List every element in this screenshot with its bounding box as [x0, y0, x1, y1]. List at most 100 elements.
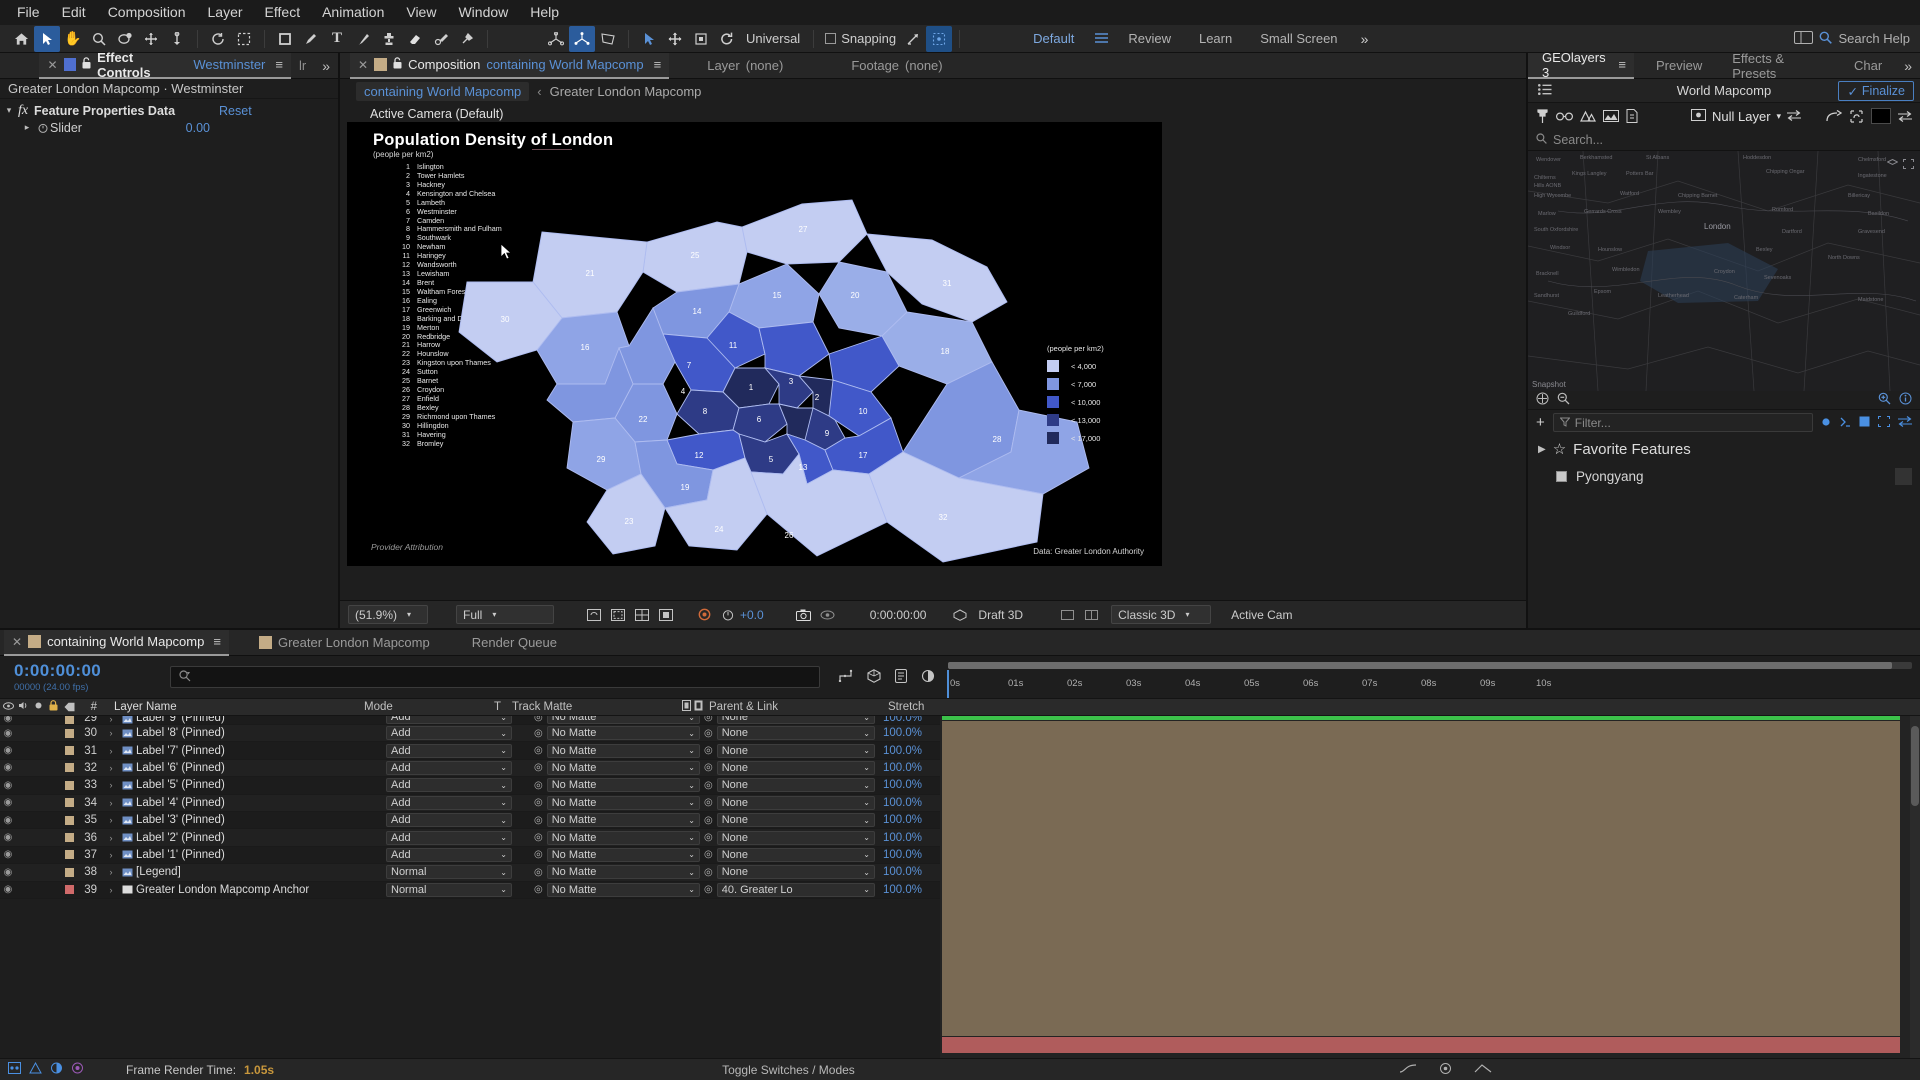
table-row[interactable]: ◉ 39 › Greater London Mapcomp Anchor Nor…	[0, 882, 940, 899]
layer-stretch[interactable]: 100.0%	[879, 779, 939, 791]
layout-icon[interactable]	[1794, 31, 1813, 47]
property-row-slider[interactable]: ▸ Slider 0.00	[0, 119, 338, 136]
layer-mode-select[interactable]: Add⌄	[386, 716, 512, 724]
twirl-right-icon[interactable]: ›	[104, 850, 118, 860]
layer-label-swatch[interactable]	[65, 833, 74, 842]
zoom-level-select[interactable]: (51.9%) ▾	[348, 605, 428, 624]
effect-controls-overflow-icon[interactable]: »	[314, 53, 338, 79]
filter-input[interactable]: Filter...	[1553, 413, 1813, 432]
track-matte-select[interactable]: No Matte⌄	[547, 744, 700, 758]
panel-menu-hamburger-icon[interactable]: ≡	[654, 57, 662, 72]
layer-name[interactable]: Greater London Mapcomp Anchor	[136, 884, 386, 896]
renderer-fast-preview-icon[interactable]	[1055, 605, 1079, 625]
parent-pickwhip-icon[interactable]: ◎	[704, 762, 713, 773]
breadcrumb-parent[interactable]: Greater London Mapcomp	[550, 84, 702, 99]
column-mode[interactable]: Mode	[364, 701, 494, 713]
parent-pickwhip-icon[interactable]: ◎	[704, 745, 713, 756]
link-icon[interactable]	[1898, 415, 1912, 430]
parent-select[interactable]: None⌄	[717, 796, 875, 810]
layer-mode-select[interactable]: Normal⌄	[386, 865, 512, 879]
workspace-learn[interactable]: Learn	[1185, 31, 1246, 46]
menu-file[interactable]: File	[6, 0, 51, 25]
transform-selection-icon[interactable]	[636, 26, 662, 52]
lock-icon[interactable]	[82, 57, 91, 72]
region-of-interest-icon[interactable]	[231, 26, 257, 52]
lock-icon[interactable]	[393, 57, 402, 72]
snapping-toggle[interactable]: Snapping	[821, 31, 900, 46]
property-value[interactable]: 0.00	[186, 121, 210, 135]
parent-select[interactable]: None⌄	[717, 716, 875, 724]
geolayers-search[interactable]: Search...	[1528, 129, 1920, 151]
feature-row-pyongyang[interactable]: Pyongyang	[1528, 463, 1920, 489]
feature-color-swatch[interactable]	[1895, 468, 1912, 485]
color-swatch[interactable]	[1871, 108, 1891, 124]
layer-name[interactable]: Label '2' (Pinned)	[136, 832, 386, 844]
twirl-right-icon[interactable]: ▶	[1538, 444, 1546, 455]
time-playhead[interactable]	[947, 670, 949, 698]
twirl-right-icon[interactable]: ›	[104, 763, 118, 773]
eraser-tool-icon[interactable]	[402, 26, 428, 52]
twirl-right-icon[interactable]: ›	[104, 716, 118, 724]
column-stretch[interactable]: Stretch	[884, 701, 944, 713]
workspace-review[interactable]: Review	[1114, 31, 1185, 46]
layer-label-swatch[interactable]	[65, 885, 74, 894]
matte-toggle-icon[interactable]: ◎	[534, 867, 543, 878]
layer-mode-select[interactable]: Add⌄	[386, 848, 512, 862]
table-row[interactable]: ◉ 36 › Label '2' (Pinned) Add⌄ ◎No Matte…	[0, 829, 940, 846]
track-matte-select[interactable]: No Matte⌄	[547, 726, 700, 740]
layer-label-swatch[interactable]	[65, 798, 74, 807]
breadcrumb-current[interactable]: containing World Mapcomp	[356, 82, 529, 101]
layer-stretch[interactable]: 100.0%	[879, 866, 939, 878]
layer-label-swatch[interactable]	[65, 781, 74, 790]
document-icon[interactable]	[1626, 109, 1638, 123]
clone-stamp-tool-icon[interactable]	[376, 26, 402, 52]
table-row[interactable]: ◉ 31 › Label '7' (Pinned) Add⌄ ◎No Matte…	[0, 742, 940, 759]
workspace-small-screen[interactable]: Small Screen	[1246, 31, 1351, 46]
layer-stretch[interactable]: 100.0%	[879, 884, 939, 896]
snapping-checkbox[interactable]	[825, 33, 836, 44]
resolution-select[interactable]: Full ▾	[456, 605, 554, 624]
layer-mode-select[interactable]: Add⌄	[386, 778, 512, 792]
close-icon[interactable]: ✕	[47, 58, 57, 72]
layer-visibility-icon[interactable]: ◉	[0, 797, 16, 808]
geolayers-overflow-icon[interactable]: »	[1896, 53, 1920, 79]
track-matte-select[interactable]: No Matte⌄	[547, 865, 700, 879]
table-row[interactable]: ◉ 35 › Label '3' (Pinned) Add⌄ ◎No Matte…	[0, 812, 940, 829]
composition-viewer[interactable]: Active Camera (Default) Population Densi…	[340, 103, 1526, 600]
layer-label-swatch[interactable]	[65, 816, 74, 825]
pin-icon[interactable]	[1536, 109, 1549, 123]
mountain-icon[interactable]	[1580, 110, 1596, 122]
layer-name[interactable]: Label '6' (Pinned)	[136, 762, 386, 774]
favorite-features-row[interactable]: ▶ ☆ Favorite Features	[1528, 435, 1920, 463]
layer-stretch[interactable]: 100.0%	[879, 762, 939, 774]
parent-select[interactable]: None⌄	[717, 778, 875, 792]
tab-layer[interactable]: Layer (none)	[699, 53, 791, 79]
tab-effects-presets[interactable]: Effects & Presets	[1724, 53, 1832, 79]
renderer-select[interactable]: Classic 3D ▾	[1111, 605, 1211, 624]
timeline-ruler[interactable]: 0s 01s 02s 03s 04s 05s 06s 07s 08s 09s 1…	[940, 656, 1920, 698]
effect-reset-button[interactable]: Reset	[219, 104, 252, 118]
pen-tool-icon[interactable]	[298, 26, 324, 52]
layer-name[interactable]: Label '5' (Pinned)	[136, 779, 386, 791]
layer-label-swatch[interactable]	[65, 868, 74, 877]
timecode-display[interactable]: 0:00:00:00	[864, 608, 933, 622]
parent-select[interactable]: None⌄	[717, 831, 875, 845]
panel-menu-hamburger-icon[interactable]: ≡	[1618, 57, 1626, 72]
twirl-right-icon[interactable]: ›	[104, 780, 118, 790]
unified-camera-tool-icon[interactable]	[138, 26, 164, 52]
parent-select[interactable]: None⌄	[717, 813, 875, 827]
track-matte-select[interactable]: No Matte⌄	[547, 778, 700, 792]
timeline-search-input[interactable]	[170, 666, 820, 688]
geolayers-map-preview[interactable]: Wendover Berkhamsted St Albans Hoddesdon…	[1528, 151, 1920, 391]
layer-visibility-icon[interactable]: ◉	[0, 728, 16, 739]
menu-composition[interactable]: Composition	[97, 0, 197, 25]
universal-label[interactable]: Universal	[740, 31, 806, 46]
rotate-icon[interactable]	[205, 26, 231, 52]
layer-mode-select[interactable]: Add⌄	[386, 813, 512, 827]
layer-duration-bars[interactable]	[942, 721, 1900, 1036]
parent-pickwhip-icon[interactable]: ◎	[704, 797, 713, 808]
parent-pickwhip-icon[interactable]: ◎	[704, 832, 713, 843]
layer-visibility-icon[interactable]: ◉	[0, 884, 16, 895]
pan-icon[interactable]	[1536, 392, 1549, 408]
layer-label-swatch[interactable]	[65, 729, 74, 738]
